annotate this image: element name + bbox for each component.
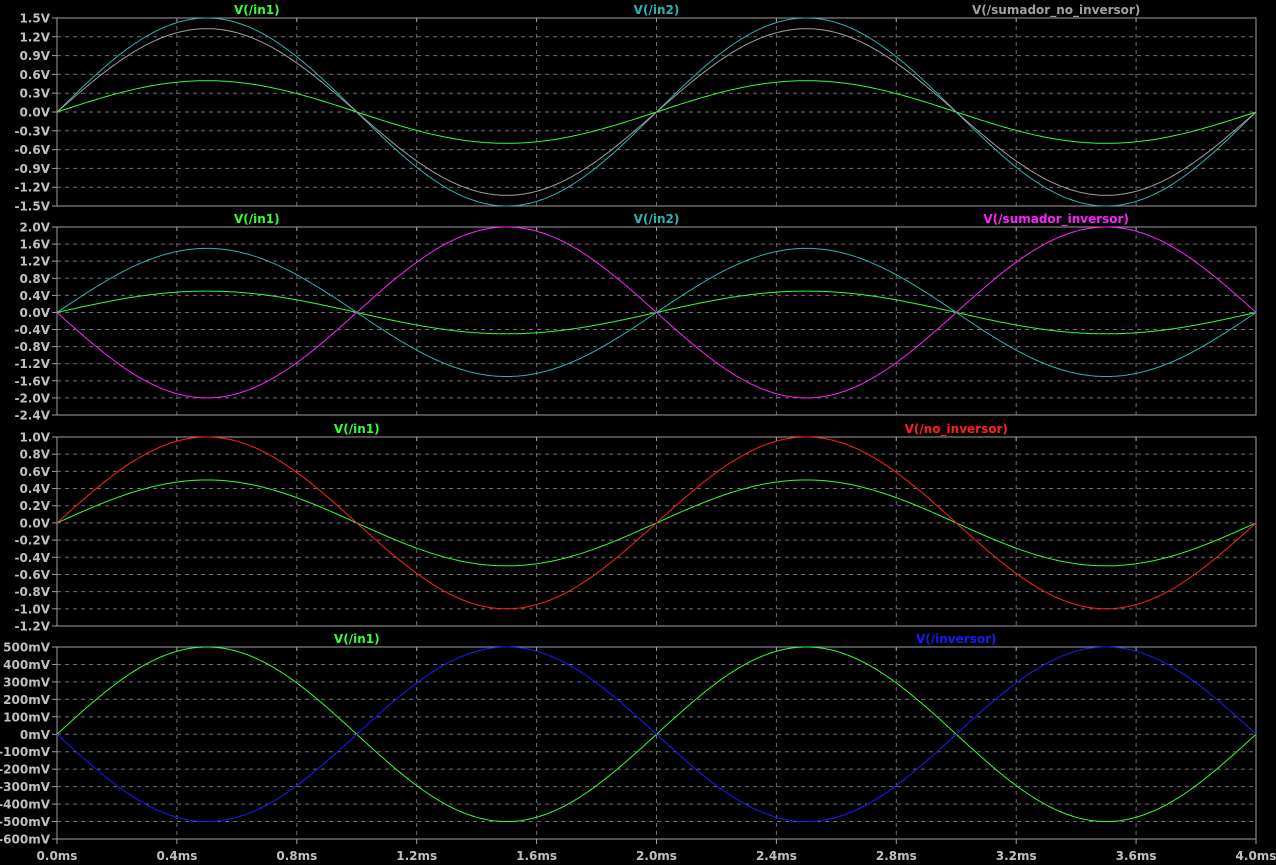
y-tick-label: -1.2V — [14, 620, 50, 634]
x-tick-label: 0.8ms — [276, 849, 317, 863]
y-tick-label: -0.3V — [14, 124, 50, 138]
pane-1[interactable]: 1.5V 1.2V 0.9V 0.6V 0.3V 0.0V -0.3V -0.6V -0.9V -… — [14, 3, 1257, 214]
y-tick-label: 500mV — [3, 641, 51, 655]
y-tick-label: -200mV — [0, 763, 51, 777]
y-tick-label: 2.0V — [19, 221, 50, 235]
y-tick-label: 0.0V — [19, 106, 50, 120]
x-tick-label: 4.0ms — [1236, 849, 1276, 863]
y-tick-label: 0mV — [20, 728, 51, 742]
trace-legend-label[interactable]: V(/in2) — [634, 212, 680, 226]
trace-legend-label[interactable]: V(/in1) — [334, 632, 380, 646]
pane-4[interactable]: 500mV 400mV 300mV 200mV 100mV 0mV -100mV -200mV… — [0, 632, 1257, 847]
y-tick-label: 0.6V — [19, 465, 50, 479]
y-tick-label: -0.4V — [14, 551, 50, 565]
y-tick-label: 0.4V — [19, 482, 50, 496]
x-tick-label: 1.6ms — [516, 849, 557, 863]
y-tick-label: -500mV — [0, 815, 51, 829]
x-tick-label: 0.4ms — [156, 849, 197, 863]
y-tick-label: 0.2V — [19, 499, 50, 513]
x-tick-label: 2.8ms — [876, 849, 917, 863]
y-tick-label: 1.0V — [19, 431, 50, 445]
y-tick-label: 1.2V — [19, 30, 50, 44]
trace-legend-label[interactable]: V(/inversor) — [916, 632, 996, 646]
x-tick-label: 2.4ms — [756, 849, 797, 863]
y-tick-label: -0.6V — [14, 143, 50, 157]
y-tick-label: 400mV — [3, 658, 51, 672]
trace-legend-label[interactable]: V(/no_inversor) — [905, 422, 1008, 437]
y-tick-label: -600mV — [0, 833, 51, 847]
y-tick-label: -0.6V — [14, 568, 50, 582]
x-tick-label: 2.0ms — [636, 849, 677, 863]
x-tick-label: 1.2ms — [396, 849, 437, 863]
trace-legend-label[interactable]: V(/sumador_no_inversor) — [972, 3, 1140, 18]
waveform-viewer[interactable]: 1.5V 1.2V 0.9V 0.6V 0.3V 0.0V -0.3V -0.6V -0.9V -… — [0, 0, 1276, 865]
y-tick-label: 0.8V — [19, 448, 50, 462]
x-tick-label: 0.0ms — [37, 849, 78, 863]
trace-legend-label[interactable]: V(/sumador_inversor) — [983, 212, 1129, 227]
y-tick-label: -2.0V — [14, 391, 50, 405]
y-tick-label: -1.0V — [14, 602, 50, 616]
x-tick-label: 3.6ms — [1116, 849, 1157, 863]
x-tick-label: 3.2ms — [996, 849, 1037, 863]
plot-frame — [56, 226, 1257, 416]
trace-legend-label[interactable]: V(/in2) — [634, 3, 680, 17]
pane-3[interactable]: 1.0V 0.8V 0.6V 0.4V 0.2V 0.0V -0.2V -0.4V -0.6V -… — [14, 422, 1257, 634]
y-tick-label: 100mV — [3, 710, 51, 724]
y-tick-label: -2.4V — [14, 409, 50, 423]
trace-legend-label[interactable]: V(/in1) — [334, 422, 380, 436]
trace-legend-label[interactable]: V(/in1) — [234, 212, 280, 226]
y-tick-label: -400mV — [0, 798, 51, 812]
y-tick-label: 0.4V — [19, 289, 50, 303]
pane-2[interactable]: 2.0V 1.6V 1.2V 0.8V 0.4V 0.0V -0.4V -0.8V -1.2V -… — [14, 212, 1257, 423]
y-tick-label: -0.4V — [14, 323, 50, 337]
y-tick-label: 0.3V — [19, 87, 50, 101]
y-tick-label: 0.0V — [19, 516, 50, 530]
trace-legend-label[interactable]: V(/in1) — [234, 3, 280, 17]
y-tick-label: 0.6V — [19, 68, 50, 82]
y-tick-label: 300mV — [3, 675, 51, 689]
y-tick-label: -1.2V — [14, 181, 50, 195]
y-tick-label: -0.2V — [14, 534, 50, 548]
y-tick-label: 0.9V — [19, 49, 50, 63]
y-tick-label: -300mV — [0, 780, 51, 794]
y-tick-label: -1.5V — [14, 200, 50, 214]
y-tick-label: -1.6V — [14, 374, 50, 388]
y-tick-label: 1.5V — [19, 12, 50, 26]
y-tick-label: -0.9V — [14, 162, 50, 176]
y-tick-label: 200mV — [3, 693, 51, 707]
y-tick-label: -0.8V — [14, 340, 50, 354]
y-tick-label: 1.6V — [19, 238, 50, 252]
y-tick-label: 0.8V — [19, 272, 50, 286]
y-tick-label: -100mV — [0, 745, 51, 759]
y-tick-label: -1.2V — [14, 357, 50, 371]
y-tick-label: 0.0V — [19, 306, 50, 320]
y-tick-label: -0.8V — [14, 585, 50, 599]
y-tick-label: 1.2V — [19, 255, 50, 269]
